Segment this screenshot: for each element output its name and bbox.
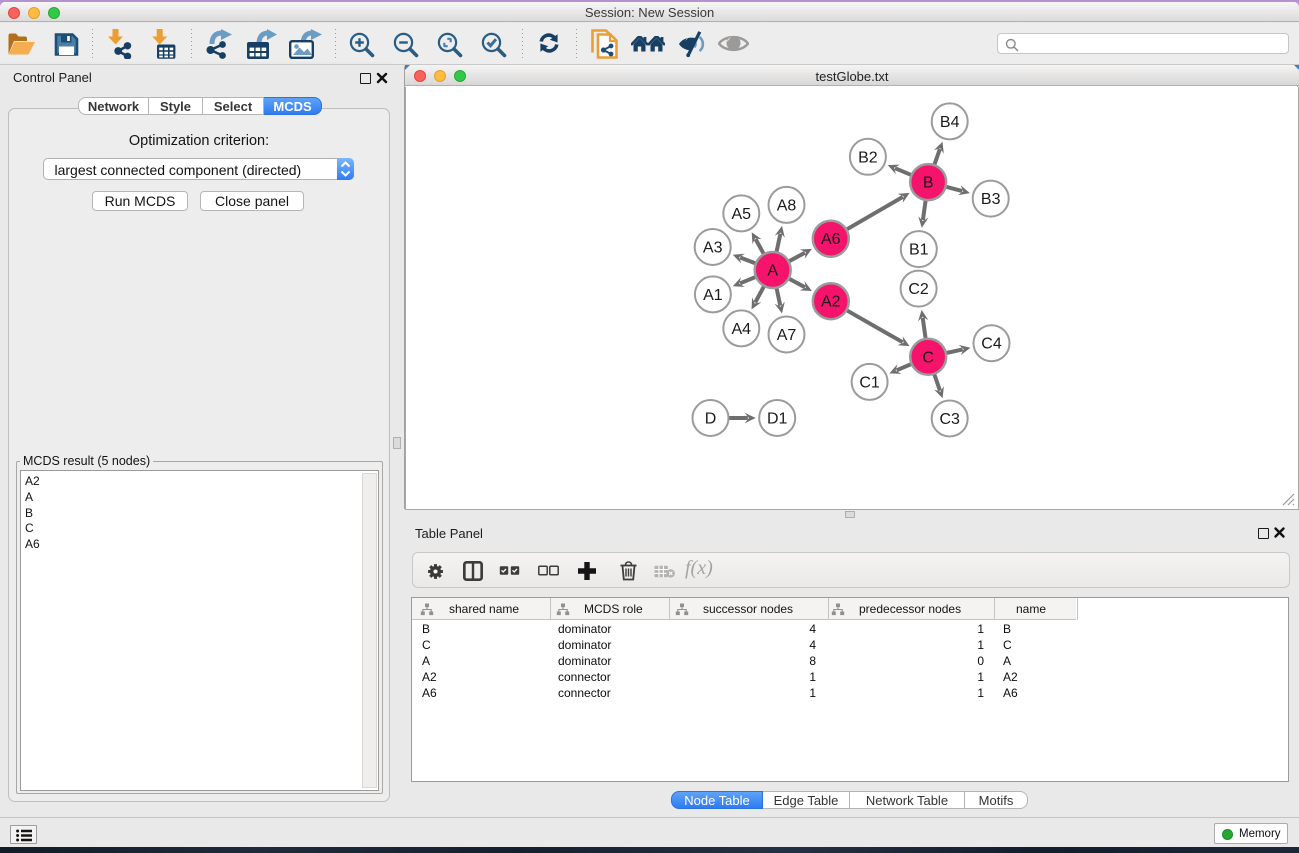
svg-text:D1: D1 — [767, 411, 788, 428]
svg-text:B1: B1 — [909, 242, 929, 259]
svg-text:A5: A5 — [732, 206, 752, 223]
svg-text:A8: A8 — [777, 197, 797, 214]
svg-text:C3: C3 — [939, 411, 960, 428]
svg-text:C1: C1 — [859, 374, 880, 391]
svg-text:A7: A7 — [777, 327, 797, 344]
svg-text:B4: B4 — [940, 114, 960, 131]
svg-text:A1: A1 — [703, 287, 723, 304]
svg-text:A3: A3 — [703, 240, 723, 257]
svg-text:A: A — [767, 263, 778, 280]
svg-text:B: B — [923, 175, 934, 192]
svg-text:D: D — [705, 411, 717, 428]
svg-text:B2: B2 — [858, 149, 878, 166]
svg-text:A4: A4 — [732, 321, 752, 338]
svg-text:C4: C4 — [981, 336, 1002, 353]
svg-text:C2: C2 — [908, 281, 929, 298]
svg-text:A6: A6 — [821, 231, 841, 248]
svg-text:C: C — [922, 349, 934, 366]
svg-text:B3: B3 — [981, 191, 1001, 208]
svg-text:A2: A2 — [821, 294, 841, 311]
